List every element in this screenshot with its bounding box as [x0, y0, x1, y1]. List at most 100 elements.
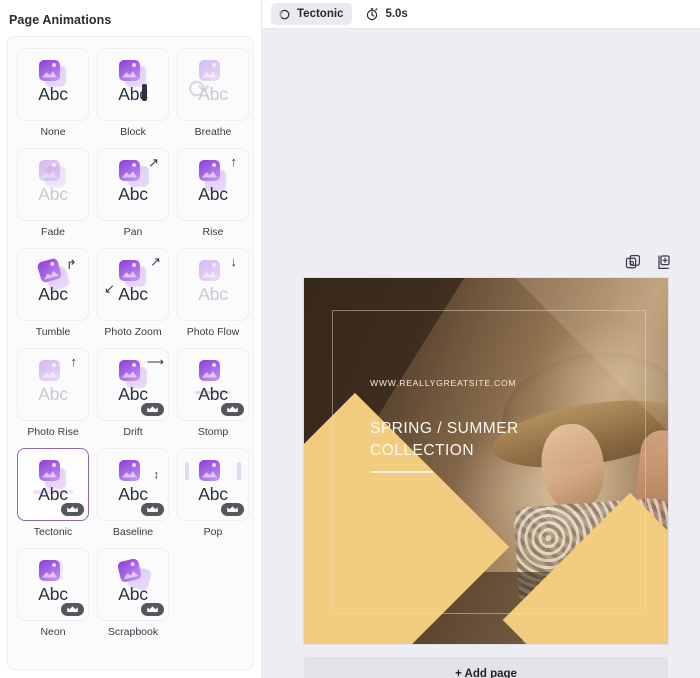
animation-option-label: Pan — [123, 226, 143, 238]
animation-option-stomp[interactable]: Abc Stomp — [177, 348, 249, 438]
animation-sample-text: Abc — [118, 283, 148, 304]
crown-icon — [221, 403, 244, 416]
animations-grid: Abc None Abc Block ⟳ Abc Breathe Abc Fade ↗ Abc Pan… — [8, 37, 253, 648]
photo-tile-icon — [119, 59, 140, 81]
design-page[interactable]: WWW.REALLYGREATSITE.COM SPRING / SUMMER … — [304, 278, 668, 644]
animation-sample-text: Abc — [38, 483, 68, 504]
animation-option-breathe[interactable]: ⟳ Abc Breathe — [177, 48, 249, 138]
crown-icon — [61, 603, 84, 616]
animation-option-label: Baseline — [112, 526, 154, 538]
animation-sample-text: Abc — [38, 183, 68, 204]
animation-preview-art: ↰ Abc — [25, 256, 81, 312]
animation-option-neon[interactable]: Abc Neon — [17, 548, 89, 638]
flow-arrow-icon: ↓ — [230, 253, 238, 269]
animation-option-baseline[interactable]: ↕ Abc Baseline — [97, 448, 169, 538]
animation-sample-text: Abc — [118, 83, 148, 104]
animation-option-label: Tectonic — [33, 526, 73, 538]
animation-option-photo-flow[interactable]: ↓ Abc Photo Flow — [177, 248, 249, 338]
animation-sample-text: Abc — [118, 383, 148, 404]
animation-thumbnail: Abc — [177, 348, 249, 421]
animation-sample-text: Abc — [38, 83, 68, 104]
animation-option-block[interactable]: Abc Block — [97, 48, 169, 138]
animation-option-none[interactable]: Abc None — [17, 48, 89, 138]
site-url-text[interactable]: WWW.REALLYGREATSITE.COM — [370, 378, 516, 388]
animation-option-label: Photo Zoom — [104, 326, 162, 338]
animation-thumbnail: ⟳ Abc — [177, 48, 249, 121]
canva-animation-editor: Page Animations Abc None Abc Block ⟳ Abc Breat… — [0, 0, 700, 678]
photo-tile-icon — [39, 59, 60, 81]
headline-rule — [371, 471, 433, 473]
animation-preview-art: ↑ Abc — [25, 355, 81, 412]
animation-option-pop[interactable]: Abc Pop — [177, 448, 249, 538]
animation-option-photo-rise[interactable]: ↑ Abc Photo Rise — [17, 348, 89, 438]
animation-preview-art: Abc — [25, 158, 81, 212]
animation-thumbnail: Abc — [177, 448, 249, 521]
animation-thumbnail: Abc — [97, 548, 169, 621]
animation-preview-art: ⟳ Abc — [185, 58, 241, 112]
animation-option-scrapbook[interactable]: Abc Scrapbook — [97, 548, 169, 638]
animation-preview-art: ↗ ↙ Abc — [104, 253, 161, 312]
animation-option-label: Block — [120, 126, 146, 138]
pop-left-burst — [185, 461, 189, 480]
headline-line-1: SPRING / SUMMER — [370, 420, 519, 437]
animation-preview-art: ↗ Abc — [105, 156, 161, 212]
animation-toolbar: Tectonic 5.0s — [262, 0, 700, 29]
animations-scroll-region[interactable]: Abc None Abc Block ⟳ Abc Breathe Abc Fade ↗ Abc Pan… — [7, 36, 254, 670]
drift-arrow-icon: ⟶ — [146, 354, 164, 369]
animation-sample-text: Abc — [198, 83, 228, 104]
animation-option-pan[interactable]: ↗ Abc Pan — [97, 148, 169, 238]
photo-tile-icon — [39, 359, 60, 381]
animation-sample-text: Abc — [118, 583, 148, 604]
headline-text[interactable]: SPRING / SUMMER COLLECTION — [370, 418, 519, 462]
animation-option-label: Breathe — [194, 126, 232, 138]
animation-name-label: Tectonic — [297, 8, 344, 20]
animation-option-photo-zoom[interactable]: ↗ ↙ Abc Photo Zoom — [97, 248, 169, 338]
animation-sample-text: Abc — [198, 283, 228, 304]
photo-tile-icon — [119, 359, 140, 381]
photo-tile-icon — [119, 459, 140, 481]
animation-name-button[interactable]: Tectonic — [271, 3, 353, 25]
animation-option-label: Photo Flow — [186, 326, 240, 338]
tumble-arrow-icon: ↰ — [66, 256, 77, 272]
zoom-out-arrow-icon: ↗ — [150, 253, 161, 269]
panel-title: Page Animations — [9, 13, 112, 27]
animation-thumbnail: Abc — [17, 548, 89, 621]
crown-icon — [141, 603, 164, 616]
animation-option-fade[interactable]: Abc Fade — [17, 148, 89, 238]
photo-tile-icon — [119, 159, 140, 181]
crown-icon — [221, 503, 244, 516]
animation-preview-art: Abc — [105, 58, 161, 112]
page-add-icon[interactable] — [655, 253, 674, 272]
animation-option-label: Photo Rise — [27, 426, 79, 438]
animation-thumbnail: ↰ Abc — [17, 248, 89, 321]
animation-preview-art: Abc — [25, 58, 81, 112]
duplicate-page-icon[interactable] — [624, 253, 643, 272]
rise-arrow-icon: ↑ — [230, 153, 238, 169]
animation-thumbnail: Abc — [17, 448, 89, 521]
animation-option-label: Pop — [203, 526, 223, 538]
animation-option-label: Stomp — [197, 426, 229, 438]
photo-tile-icon — [199, 159, 220, 181]
animation-option-label: Fade — [41, 226, 65, 238]
animation-duration-label: 5.0s — [385, 8, 408, 20]
animation-thumbnail: ↓ Abc — [177, 248, 249, 321]
editor-main: Tectonic 5.0s WWW.REALLYGREATSITE.COM SP… — [262, 0, 700, 678]
pop-right-burst — [237, 461, 241, 480]
add-page-button[interactable]: + Add page — [304, 657, 668, 678]
stopwatch-icon — [365, 7, 379, 21]
animation-sample-text: Abc — [198, 383, 228, 404]
animation-duration-button[interactable]: 5.0s — [358, 3, 416, 25]
baseline-arrow-icon: ↕ — [153, 468, 160, 481]
animation-option-rise[interactable]: ↑ Abc Rise — [177, 148, 249, 238]
animation-thumbnail: ⟶ Abc — [97, 348, 169, 421]
animation-option-drift[interactable]: ⟶ Abc Drift — [97, 348, 169, 438]
animation-sample-text: Abc — [118, 483, 148, 504]
animation-thumbnail: Abc — [17, 48, 89, 121]
animation-option-tumble[interactable]: ↰ Abc Tumble — [17, 248, 89, 338]
animation-option-tectonic[interactable]: Abc Tectonic — [17, 448, 89, 538]
canvas-area[interactable]: WWW.REALLYGREATSITE.COM SPRING / SUMMER … — [262, 29, 700, 678]
animation-sample-text: Abc — [38, 383, 68, 404]
animation-option-label: Neon — [40, 626, 66, 638]
photo-tile-icon — [39, 459, 60, 481]
page-animations-panel: Page Animations Abc None Abc Block ⟳ Abc Breat… — [0, 0, 262, 678]
